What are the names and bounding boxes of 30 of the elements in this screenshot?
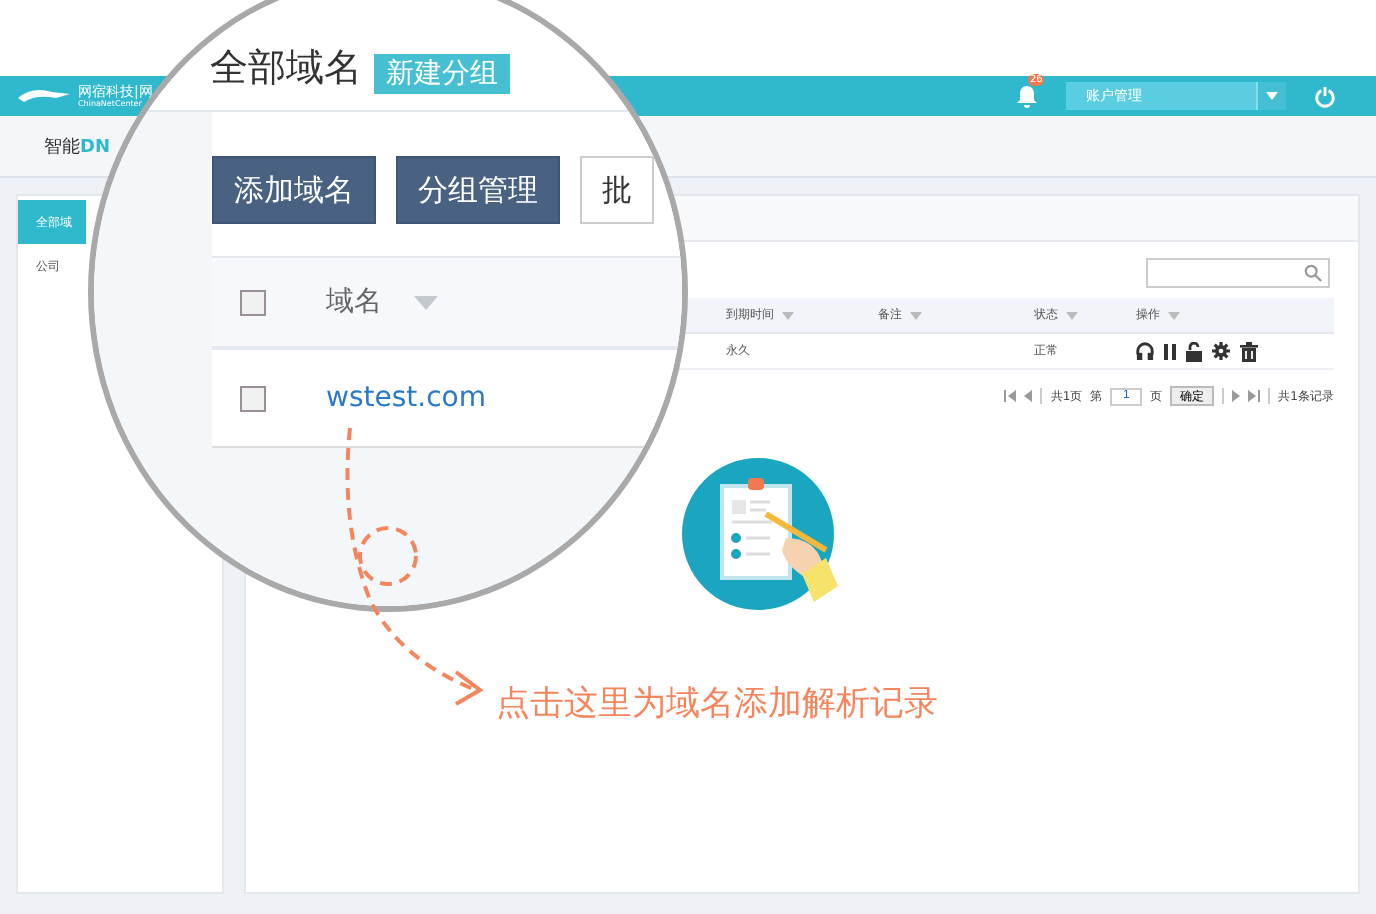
previous-page-icon[interactable] bbox=[1024, 390, 1033, 402]
select-all-checkbox[interactable] bbox=[240, 289, 266, 315]
sort-icon bbox=[414, 295, 438, 309]
toolbar-button[interactable]: 分组管理 bbox=[396, 156, 560, 224]
sort-icon bbox=[1066, 311, 1078, 319]
instruction-text: 点击这里为域名添加解析记录 bbox=[496, 682, 938, 726]
last-page-icon[interactable] bbox=[1248, 390, 1261, 402]
bell-icon[interactable] bbox=[1016, 84, 1038, 108]
next-page-icon[interactable] bbox=[1232, 390, 1241, 402]
trash-icon[interactable] bbox=[1240, 341, 1258, 361]
sort-icon bbox=[782, 311, 794, 319]
unlock-icon[interactable] bbox=[1186, 341, 1202, 361]
column-header[interactable]: 域名 bbox=[326, 284, 382, 320]
caret-icon bbox=[1266, 92, 1278, 100]
sort-icon bbox=[1168, 311, 1180, 319]
row-checkbox[interactable] bbox=[240, 385, 266, 411]
sort-icon bbox=[910, 311, 922, 319]
first-page-icon[interactable] bbox=[1004, 390, 1017, 402]
gear-icon[interactable] bbox=[1212, 342, 1230, 360]
search-field[interactable] bbox=[1146, 258, 1330, 288]
power-icon[interactable] bbox=[1314, 85, 1336, 107]
domain-link[interactable]: wstest.com bbox=[326, 382, 486, 414]
logo-icon bbox=[16, 86, 72, 106]
toolbar-button[interactable]: 添加域名 bbox=[212, 156, 376, 224]
toolbar-button[interactable]: 批 bbox=[580, 156, 654, 224]
pause-icon[interactable] bbox=[1164, 343, 1176, 359]
search-icon bbox=[1304, 264, 1322, 282]
page-title: 智能DN bbox=[44, 135, 111, 159]
magnified-heading: 全部域名 bbox=[210, 44, 362, 94]
headset-icon[interactable] bbox=[1136, 342, 1154, 360]
